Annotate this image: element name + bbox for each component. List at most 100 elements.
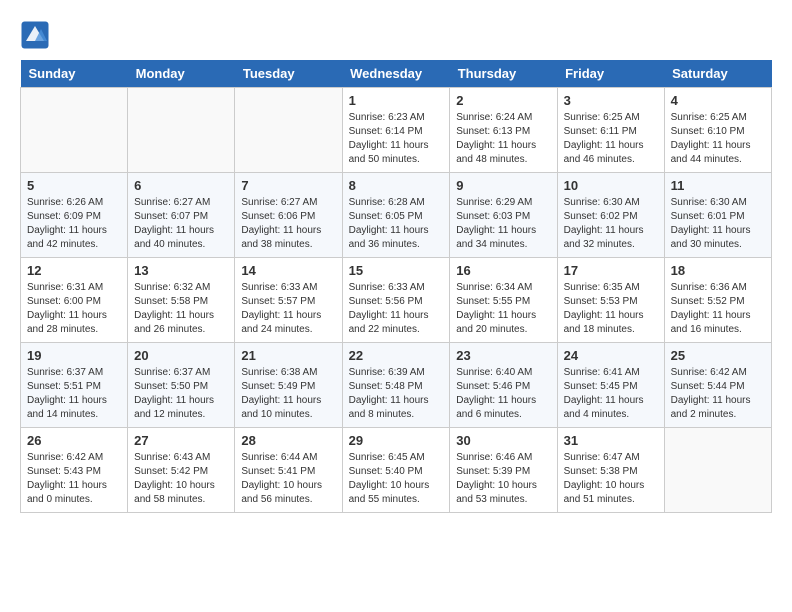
day-cell: 6 Sunrise: 6:27 AM Sunset: 6:07 PM Daylig… — [128, 173, 235, 258]
day-cell: 7 Sunrise: 6:27 AM Sunset: 6:06 PM Daylig… — [235, 173, 342, 258]
day-cell — [128, 88, 235, 173]
week-row-4: 19 Sunrise: 6:37 AM Sunset: 5:51 PM Dayli… — [21, 343, 772, 428]
day-cell: 5Sunrise: 6:26 AM Sunset: 6:09 PM Daylig… — [21, 173, 128, 258]
day-number: 31 — [564, 433, 658, 448]
day-number: 29 — [349, 433, 444, 448]
day-cell: 19 Sunrise: 6:37 AM Sunset: 5:51 PM Dayli… — [21, 343, 128, 428]
day-cell: 14Sunrise: 6:33 AM Sunset: 5:57 PM Dayli… — [235, 258, 342, 343]
day-info: Sunrise: 6:47 AM Sunset: 5:38 PM Dayligh… — [564, 451, 658, 507]
day-info: Sunrise: 6:40 AM Sunset: 5:46 PM Dayligh… — [456, 366, 550, 422]
day-cell: 15 Sunrise: 6:33 AM Sunset: 5:56 PM Dayli… — [342, 258, 450, 343]
day-number: 21 — [241, 348, 335, 363]
day-cell: 25Sunrise: 6:42 AM Sunset: 5:44 PM Dayli… — [664, 343, 771, 428]
day-info: Sunrise: 6:27 AM Sunset: 6:06 PM Dayligh… — [241, 196, 335, 252]
day-number: 30 — [456, 433, 550, 448]
day-cell: 30 Sunrise: 6:46 AM Sunset: 5:39 PM Dayli… — [450, 428, 557, 513]
day-cell: 10 Sunrise: 6:30 AM Sunset: 6:02 PM Dayli… — [557, 173, 664, 258]
day-cell: 21 Sunrise: 6:38 AM Sunset: 5:49 PM Dayli… — [235, 343, 342, 428]
day-cell: 24 Sunrise: 6:41 AM Sunset: 5:45 PM Dayli… — [557, 343, 664, 428]
day-info: Sunrise: 6:33 AM Sunset: 5:56 PM Dayligh… — [349, 281, 444, 337]
day-info: Sunrise: 6:42 AM Sunset: 5:44 PM Dayligh… — [671, 366, 765, 422]
day-number: 22 — [349, 348, 444, 363]
day-info: Sunrise: 6:42 AM Sunset: 5:43 PM Dayligh… — [27, 451, 121, 507]
day-cell — [664, 428, 771, 513]
logo-icon — [20, 20, 50, 50]
day-info: Sunrise: 6:41 AM Sunset: 5:45 PM Dayligh… — [564, 366, 658, 422]
day-cell: 2Sunrise: 6:24 AM Sunset: 6:13 PM Daylig… — [450, 88, 557, 173]
week-row-5: 26 Sunrise: 6:42 AM Sunset: 5:43 PM Dayli… — [21, 428, 772, 513]
day-number: 15 — [349, 263, 444, 278]
column-header-monday: Monday — [128, 60, 235, 88]
day-cell: 28 Sunrise: 6:44 AM Sunset: 5:41 PM Dayli… — [235, 428, 342, 513]
day-number: 7 — [241, 178, 335, 193]
day-info: Sunrise: 6:37 AM Sunset: 5:51 PM Dayligh… — [27, 366, 121, 422]
day-info: Sunrise: 6:30 AM Sunset: 6:02 PM Dayligh… — [564, 196, 658, 252]
column-header-sunday: Sunday — [21, 60, 128, 88]
day-info: Sunrise: 6:35 AM Sunset: 5:53 PM Dayligh… — [564, 281, 658, 337]
calendar-table: SundayMondayTuesdayWednesdayThursdayFrid… — [20, 60, 772, 513]
day-number: 10 — [564, 178, 658, 193]
day-info: Sunrise: 6:44 AM Sunset: 5:41 PM Dayligh… — [241, 451, 335, 507]
day-number: 6 — [134, 178, 228, 193]
day-cell: 3Sunrise: 6:25 AM Sunset: 6:11 PM Daylig… — [557, 88, 664, 173]
day-number: 4 — [671, 93, 765, 108]
day-number: 24 — [564, 348, 658, 363]
logo — [20, 20, 52, 50]
day-info: Sunrise: 6:37 AM Sunset: 5:50 PM Dayligh… — [134, 366, 228, 422]
day-info: Sunrise: 6:43 AM Sunset: 5:42 PM Dayligh… — [134, 451, 228, 507]
day-info: Sunrise: 6:32 AM Sunset: 5:58 PM Dayligh… — [134, 281, 228, 337]
day-number: 12 — [27, 263, 121, 278]
day-info: Sunrise: 6:26 AM Sunset: 6:09 PM Dayligh… — [27, 196, 121, 252]
day-cell: 9 Sunrise: 6:29 AM Sunset: 6:03 PM Daylig… — [450, 173, 557, 258]
day-number: 18 — [671, 263, 765, 278]
column-header-thursday: Thursday — [450, 60, 557, 88]
day-cell: 11Sunrise: 6:30 AM Sunset: 6:01 PM Dayli… — [664, 173, 771, 258]
column-header-tuesday: Tuesday — [235, 60, 342, 88]
day-cell: 22 Sunrise: 6:39 AM Sunset: 5:48 PM Dayli… — [342, 343, 450, 428]
day-number: 26 — [27, 433, 121, 448]
day-number: 23 — [456, 348, 550, 363]
day-info: Sunrise: 6:38 AM Sunset: 5:49 PM Dayligh… — [241, 366, 335, 422]
day-number: 8 — [349, 178, 444, 193]
day-number: 16 — [456, 263, 550, 278]
column-header-saturday: Saturday — [664, 60, 771, 88]
day-info: Sunrise: 6:31 AM Sunset: 6:00 PM Dayligh… — [27, 281, 121, 337]
day-cell: 18 Sunrise: 6:36 AM Sunset: 5:52 PM Dayli… — [664, 258, 771, 343]
day-cell: 20 Sunrise: 6:37 AM Sunset: 5:50 PM Dayli… — [128, 343, 235, 428]
day-cell: 13 Sunrise: 6:32 AM Sunset: 5:58 PM Dayli… — [128, 258, 235, 343]
day-number: 28 — [241, 433, 335, 448]
column-header-wednesday: Wednesday — [342, 60, 450, 88]
day-number: 2 — [456, 93, 550, 108]
day-info: Sunrise: 6:45 AM Sunset: 5:40 PM Dayligh… — [349, 451, 444, 507]
day-info: Sunrise: 6:36 AM Sunset: 5:52 PM Dayligh… — [671, 281, 765, 337]
day-cell: 23 Sunrise: 6:40 AM Sunset: 5:46 PM Dayli… — [450, 343, 557, 428]
day-number: 13 — [134, 263, 228, 278]
day-info: Sunrise: 6:29 AM Sunset: 6:03 PM Dayligh… — [456, 196, 550, 252]
day-number: 9 — [456, 178, 550, 193]
day-info: Sunrise: 6:33 AM Sunset: 5:57 PM Dayligh… — [241, 281, 335, 337]
week-row-2: 5Sunrise: 6:26 AM Sunset: 6:09 PM Daylig… — [21, 173, 772, 258]
day-info: Sunrise: 6:30 AM Sunset: 6:01 PM Dayligh… — [671, 196, 765, 252]
day-info: Sunrise: 6:27 AM Sunset: 6:07 PM Dayligh… — [134, 196, 228, 252]
day-number: 1 — [349, 93, 444, 108]
day-number: 19 — [27, 348, 121, 363]
column-header-friday: Friday — [557, 60, 664, 88]
page-header — [20, 20, 772, 50]
day-cell: 8Sunrise: 6:28 AM Sunset: 6:05 PM Daylig… — [342, 173, 450, 258]
day-info: Sunrise: 6:39 AM Sunset: 5:48 PM Dayligh… — [349, 366, 444, 422]
day-cell: 1 Sunrise: 6:23 AM Sunset: 6:14 PM Daylig… — [342, 88, 450, 173]
week-row-3: 12 Sunrise: 6:31 AM Sunset: 6:00 PM Dayli… — [21, 258, 772, 343]
day-cell — [21, 88, 128, 173]
day-info: Sunrise: 6:46 AM Sunset: 5:39 PM Dayligh… — [456, 451, 550, 507]
day-cell: 12 Sunrise: 6:31 AM Sunset: 6:00 PM Dayli… — [21, 258, 128, 343]
day-info: Sunrise: 6:34 AM Sunset: 5:55 PM Dayligh… — [456, 281, 550, 337]
day-number: 17 — [564, 263, 658, 278]
day-info: Sunrise: 6:23 AM Sunset: 6:14 PM Dayligh… — [349, 111, 444, 167]
day-number: 3 — [564, 93, 658, 108]
day-cell: 27Sunrise: 6:43 AM Sunset: 5:42 PM Dayli… — [128, 428, 235, 513]
day-cell: 31 Sunrise: 6:47 AM Sunset: 5:38 PM Dayli… — [557, 428, 664, 513]
day-cell: 26 Sunrise: 6:42 AM Sunset: 5:43 PM Dayli… — [21, 428, 128, 513]
day-cell: 16 Sunrise: 6:34 AM Sunset: 5:55 PM Dayli… — [450, 258, 557, 343]
day-number: 20 — [134, 348, 228, 363]
week-row-1: 1 Sunrise: 6:23 AM Sunset: 6:14 PM Daylig… — [21, 88, 772, 173]
